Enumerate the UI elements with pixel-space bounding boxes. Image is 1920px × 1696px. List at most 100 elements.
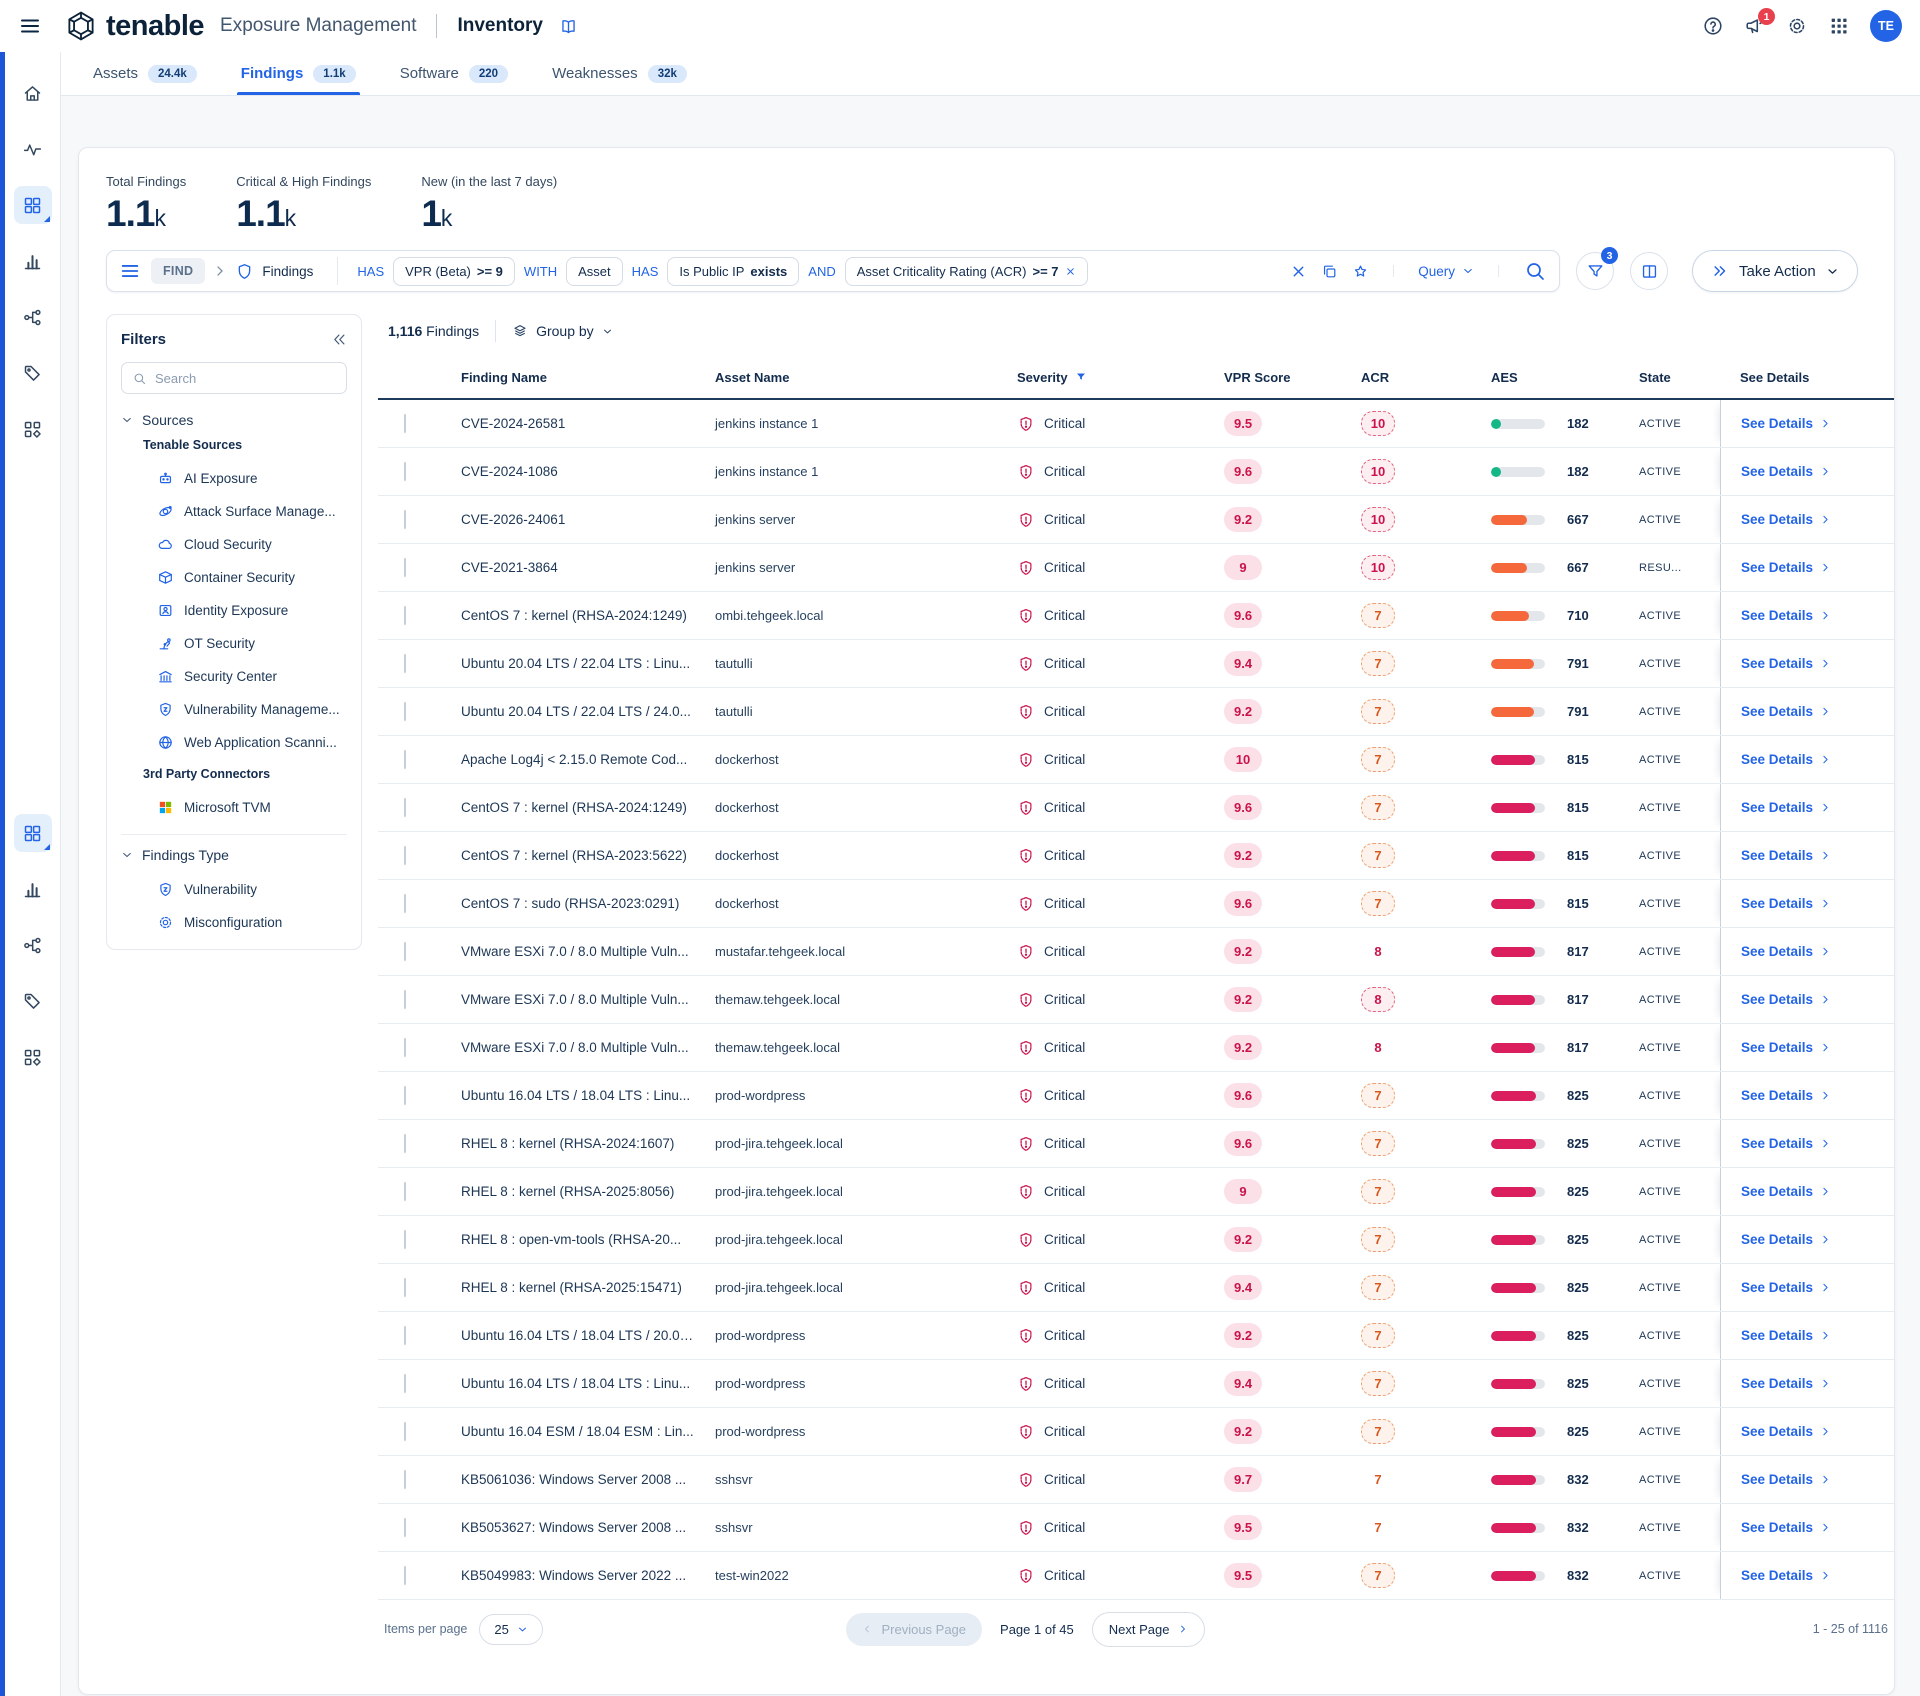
remove-condition-icon[interactable]: [1065, 266, 1076, 277]
finding-row[interactable]: VMware ESXi 7.0 / 8.0 Multiple Vuln... t…: [378, 976, 1895, 1024]
run-search-icon[interactable]: [1523, 259, 1547, 283]
filter-section-toggle[interactable]: Sources: [121, 412, 347, 428]
take-action-button[interactable]: Take Action: [1692, 250, 1858, 292]
filter-item-cloud-security[interactable]: Cloud Security: [121, 528, 347, 561]
finding-row[interactable]: CVE-2024-1086 jenkins instance 1 Critica…: [378, 448, 1895, 496]
rail-item-home[interactable]: [14, 74, 52, 112]
rail-item-blocks[interactable]: [14, 410, 52, 448]
see-details-link[interactable]: See Details: [1741, 1232, 1831, 1247]
see-details-link[interactable]: See Details: [1741, 512, 1831, 527]
row-checkbox[interactable]: [404, 1086, 406, 1105]
row-checkbox[interactable]: [404, 1278, 406, 1297]
finding-row[interactable]: CVE-2024-26581 jenkins instance 1 Critic…: [378, 400, 1895, 448]
rail-item-tag[interactable]: [14, 982, 52, 1020]
see-details-link[interactable]: See Details: [1741, 560, 1831, 575]
see-details-link[interactable]: See Details: [1741, 1088, 1831, 1103]
see-details-link[interactable]: See Details: [1741, 1184, 1831, 1199]
app-switcher-icon[interactable]: [1828, 15, 1850, 37]
column-header-aes[interactable]: AES: [1467, 370, 1627, 385]
finding-row[interactable]: RHEL 8 : kernel (RHSA-2025:8056) prod-ji…: [378, 1168, 1895, 1216]
see-details-link[interactable]: See Details: [1741, 1376, 1831, 1391]
finding-row[interactable]: CentOS 7 : kernel (RHSA-2024:1249) docke…: [378, 784, 1895, 832]
row-checkbox[interactable]: [404, 414, 406, 433]
filter-item-container-security[interactable]: Container Security: [121, 561, 347, 594]
row-checkbox[interactable]: [404, 1182, 406, 1201]
row-checkbox[interactable]: [404, 1470, 406, 1489]
help-icon[interactable]: [1702, 15, 1724, 37]
hamburger-menu-icon[interactable]: [18, 14, 42, 38]
row-checkbox[interactable]: [404, 1422, 406, 1441]
filter-item-identity-exposure[interactable]: Identity Exposure: [121, 594, 347, 627]
clear-query-icon[interactable]: [1290, 263, 1307, 280]
see-details-link[interactable]: See Details: [1741, 416, 1831, 431]
row-checkbox[interactable]: [404, 1326, 406, 1345]
row-checkbox[interactable]: [404, 606, 406, 625]
finding-row[interactable]: Ubuntu 16.04 LTS / 18.04 LTS : Linu... p…: [378, 1072, 1895, 1120]
filters-funnel-button[interactable]: 3: [1576, 252, 1614, 290]
group-by-button[interactable]: Group by: [512, 323, 613, 339]
tab-assets[interactable]: Assets 24.4k: [89, 52, 201, 95]
filters-search[interactable]: [121, 362, 347, 394]
tab-weaknesses[interactable]: Weaknesses 32k: [548, 52, 691, 95]
rail-item-inventory[interactable]: [14, 814, 52, 852]
filter-item-web-application-scanni[interactable]: Web Application Scanni...: [121, 726, 347, 759]
finding-row[interactable]: CentOS 7 : kernel (RHSA-2023:5622) docke…: [378, 832, 1895, 880]
sort-filter-icon[interactable]: [1075, 371, 1087, 383]
finding-row[interactable]: CentOS 7 : sudo (RHSA-2023:0291) dockerh…: [378, 880, 1895, 928]
tab-software[interactable]: Software 220: [396, 52, 512, 95]
see-details-link[interactable]: See Details: [1741, 1040, 1831, 1055]
previous-page-button[interactable]: Previous Page: [846, 1613, 982, 1646]
query-condition-chip[interactable]: Asset: [566, 257, 623, 286]
query-condition-chip[interactable]: Asset Criticality Rating (ACR) >= 7: [845, 257, 1088, 286]
finding-row[interactable]: KB5053627: Windows Server 2008 ... sshsv…: [378, 1504, 1895, 1552]
rail-item-flow[interactable]: [14, 298, 52, 336]
finding-row[interactable]: CVE-2026-24061 jenkins server Critical 9…: [378, 496, 1895, 544]
docs-book-icon[interactable]: [559, 17, 578, 36]
column-header-see-details[interactable]: See Details: [1720, 370, 1895, 385]
finding-row[interactable]: RHEL 8 : kernel (RHSA-2025:15471) prod-j…: [378, 1264, 1895, 1312]
row-checkbox[interactable]: [404, 1566, 406, 1585]
row-checkbox[interactable]: [404, 558, 406, 577]
columns-button[interactable]: [1630, 252, 1668, 290]
collapse-panel-icon[interactable]: [332, 332, 347, 347]
see-details-link[interactable]: See Details: [1741, 1424, 1831, 1439]
column-header-finding-name[interactable]: Finding Name: [442, 370, 697, 385]
see-details-link[interactable]: See Details: [1741, 1136, 1831, 1151]
see-details-link[interactable]: See Details: [1741, 1520, 1831, 1535]
row-checkbox[interactable]: [404, 654, 406, 673]
rail-item-inventory[interactable]: [14, 186, 52, 224]
filters-search-input[interactable]: [155, 371, 336, 386]
filter-item-misconfiguration[interactable]: Misconfiguration: [121, 906, 347, 939]
row-checkbox[interactable]: [404, 990, 406, 1009]
page-size-select[interactable]: 25: [479, 1614, 542, 1645]
finding-row[interactable]: Ubuntu 20.04 LTS / 22.04 LTS / 24.0... t…: [378, 688, 1895, 736]
announcements-icon[interactable]: 1: [1744, 15, 1766, 37]
query-condition-chip[interactable]: VPR (Beta) >= 9: [393, 257, 515, 286]
query-dropdown[interactable]: Query: [1418, 264, 1474, 279]
row-checkbox[interactable]: [404, 750, 406, 769]
see-details-link[interactable]: See Details: [1741, 1568, 1831, 1583]
row-checkbox[interactable]: [404, 798, 406, 817]
tab-findings[interactable]: Findings 1.1k: [237, 52, 360, 95]
see-details-link[interactable]: See Details: [1741, 800, 1831, 815]
filter-item-ot-security[interactable]: OT Security: [121, 627, 347, 660]
query-menu-icon[interactable]: [119, 260, 141, 282]
see-details-link[interactable]: See Details: [1741, 1328, 1831, 1343]
finding-row[interactable]: KB5061036: Windows Server 2008 ... sshsv…: [378, 1456, 1895, 1504]
row-checkbox[interactable]: [404, 1518, 406, 1537]
filter-section-toggle[interactable]: Findings Type: [121, 847, 347, 863]
see-details-link[interactable]: See Details: [1741, 704, 1831, 719]
row-checkbox[interactable]: [404, 702, 406, 721]
rail-item-pulse[interactable]: [14, 130, 52, 168]
column-header-severity[interactable]: Severity: [997, 370, 1212, 385]
see-details-link[interactable]: See Details: [1741, 1280, 1831, 1295]
finding-row[interactable]: VMware ESXi 7.0 / 8.0 Multiple Vuln... m…: [378, 928, 1895, 976]
see-details-link[interactable]: See Details: [1741, 848, 1831, 863]
user-avatar[interactable]: TE: [1870, 10, 1902, 42]
filter-item-ai-exposure[interactable]: AI Exposure: [121, 462, 347, 495]
see-details-link[interactable]: See Details: [1741, 1472, 1831, 1487]
see-details-link[interactable]: See Details: [1741, 752, 1831, 767]
see-details-link[interactable]: See Details: [1741, 992, 1831, 1007]
finding-row[interactable]: RHEL 8 : open-vm-tools (RHSA-20... prod-…: [378, 1216, 1895, 1264]
filter-item-attack-surface-manage[interactable]: Attack Surface Manage...: [121, 495, 347, 528]
